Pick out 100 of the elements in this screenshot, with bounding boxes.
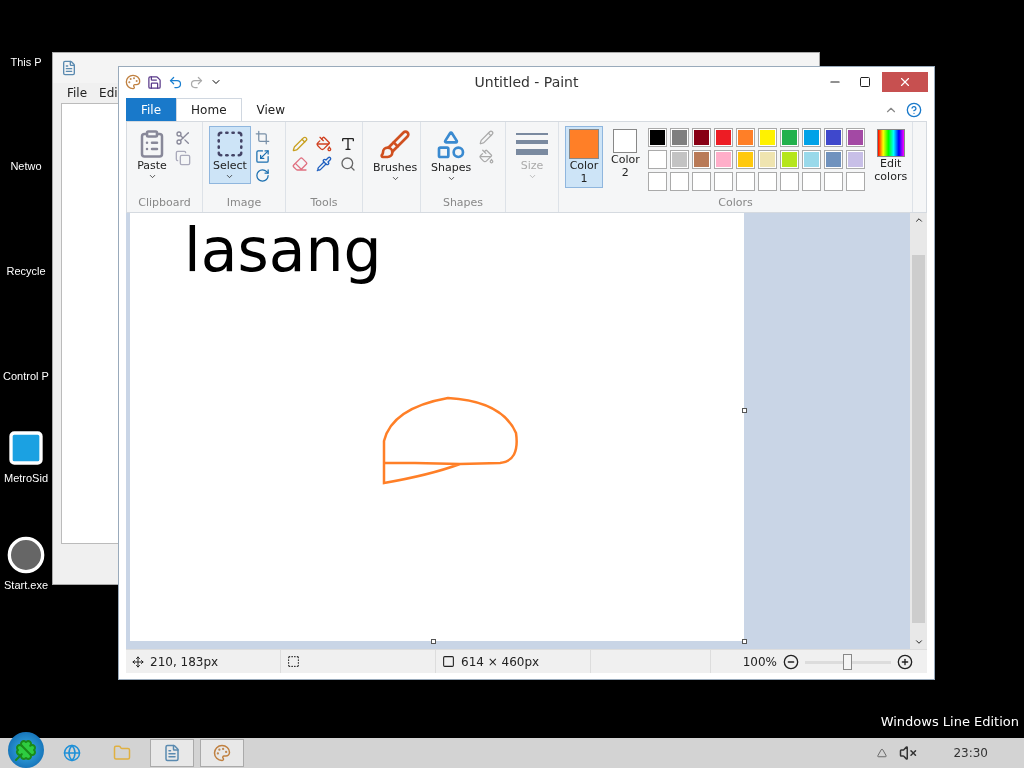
- magnifier-icon[interactable]: [340, 156, 356, 172]
- palette-icon: [213, 744, 231, 762]
- zoom-out-button[interactable]: [783, 653, 799, 670]
- notepad-icon: [163, 744, 181, 762]
- resize-icon[interactable]: [254, 149, 270, 164]
- desktop-icon-label[interactable]: This P: [10, 56, 42, 68]
- color-swatch[interactable]: [779, 150, 799, 169]
- color-swatch[interactable]: [801, 150, 821, 169]
- cut-icon[interactable]: [175, 130, 191, 146]
- start-button[interactable]: [8, 732, 44, 768]
- color-swatch[interactable]: [691, 150, 711, 169]
- empty-swatch[interactable]: [713, 172, 733, 191]
- select-button[interactable]: Select: [209, 126, 251, 184]
- color-swatch[interactable]: [823, 150, 843, 169]
- text-area[interactable]: [61, 103, 118, 544]
- resize-handle[interactable]: [742, 408, 747, 413]
- help-icon[interactable]: [906, 102, 922, 118]
- brushes-button[interactable]: Brushes: [369, 126, 422, 186]
- maximize-icon: [859, 76, 871, 88]
- empty-swatch[interactable]: [691, 172, 711, 191]
- pencil-icon[interactable]: [292, 136, 308, 152]
- fill-icon[interactable]: [316, 136, 332, 152]
- color-swatch[interactable]: [823, 128, 843, 147]
- color-swatch[interactable]: [801, 128, 821, 147]
- color-swatch[interactable]: [735, 150, 755, 169]
- fill-icon[interactable]: [479, 149, 495, 164]
- color-swatch[interactable]: [647, 128, 667, 147]
- empty-swatch[interactable]: [647, 172, 667, 191]
- scroll-down-icon[interactable]: [913, 637, 924, 647]
- drawing-canvas[interactable]: lasang: [130, 213, 744, 641]
- group-label: Image: [225, 196, 263, 211]
- empty-swatch[interactable]: [669, 172, 689, 191]
- zoom-level: 100%: [742, 654, 777, 669]
- outline-icon[interactable]: [479, 130, 495, 145]
- caret-icon: [390, 174, 400, 183]
- paint-icon[interactable]: [125, 74, 141, 90]
- caret-icon: [147, 172, 157, 181]
- edit-colors-button[interactable]: Edit colors: [868, 126, 913, 186]
- empty-swatch[interactable]: [757, 172, 777, 191]
- group-label: Shapes: [441, 196, 485, 211]
- selection-size-icon: [287, 655, 300, 668]
- clock[interactable]: 23:30: [953, 746, 988, 760]
- crop-icon[interactable]: [254, 130, 270, 145]
- undo-icon[interactable]: [168, 74, 183, 90]
- empty-swatch[interactable]: [801, 172, 821, 191]
- paste-button[interactable]: Paste: [133, 126, 171, 184]
- tray-expand-icon[interactable]: [877, 748, 888, 758]
- zoom-thumb[interactable]: [843, 653, 852, 670]
- scroll-up-icon[interactable]: [913, 215, 924, 225]
- desktop-icon-label[interactable]: Recycle: [6, 265, 46, 277]
- color-swatch[interactable]: [669, 128, 689, 147]
- color-slot[interactable]: Color 2: [607, 126, 644, 182]
- caret-icon: [225, 172, 235, 181]
- color-swatch[interactable]: [713, 150, 733, 169]
- color-swatch[interactable]: [713, 128, 733, 147]
- desktop-icon-label[interactable]: MetroSid: [4, 472, 48, 484]
- taskbar-button[interactable]: [150, 739, 194, 767]
- desktop-icon-label[interactable]: Netwo: [10, 160, 42, 172]
- empty-swatch[interactable]: [823, 172, 843, 191]
- window-title: Untitled - Paint: [474, 74, 579, 90]
- copy-icon[interactable]: [175, 150, 191, 166]
- color-slot[interactable]: Color 1: [565, 126, 603, 188]
- caret-icon: [446, 174, 456, 183]
- vertical-scrollbar[interactable]: [910, 213, 927, 649]
- cursor-position: 210, 183px: [150, 654, 219, 669]
- color-swatch[interactable]: [757, 150, 777, 169]
- resize-handle[interactable]: [431, 639, 436, 644]
- orb-icon[interactable]: [6, 535, 46, 575]
- eraser-icon[interactable]: [292, 156, 308, 172]
- menu-item[interactable]: File: [67, 86, 88, 100]
- save-icon[interactable]: [147, 74, 162, 90]
- color-swatch[interactable]: [845, 150, 865, 169]
- empty-swatch[interactable]: [779, 172, 799, 191]
- volume-muted-icon[interactable]: [899, 744, 918, 762]
- color-swatch[interactable]: [669, 150, 689, 169]
- color-swatch[interactable]: [779, 128, 799, 147]
- desktop-icon-label[interactable]: Control P: [3, 370, 49, 382]
- rotate-icon[interactable]: [254, 168, 270, 183]
- redo-icon[interactable]: [189, 74, 204, 90]
- color-swatch[interactable]: [691, 128, 711, 147]
- ribbon-tab[interactable]: Home: [176, 98, 242, 121]
- shapes-button[interactable]: Shapes: [427, 126, 476, 186]
- picker-icon[interactable]: [316, 156, 332, 172]
- resize-handle[interactable]: [742, 639, 747, 644]
- ribbon-tab[interactable]: File: [126, 98, 177, 121]
- color-swatch[interactable]: [757, 128, 777, 147]
- empty-swatch[interactable]: [735, 172, 755, 191]
- color-swatch[interactable]: [647, 150, 667, 169]
- taskbar-button[interactable]: [200, 739, 244, 767]
- color-swatch[interactable]: [735, 128, 755, 147]
- color-swatch[interactable]: [845, 128, 865, 147]
- canvas-size-icon: [442, 655, 455, 668]
- globe-icon: [63, 744, 81, 762]
- zoom-in-button[interactable]: [897, 653, 913, 670]
- desktop-icon-label[interactable]: Start.exe: [4, 579, 48, 591]
- tile-icon[interactable]: [6, 428, 46, 468]
- menu-item[interactable]: Edi: [99, 86, 118, 100]
- canvas-text: lasang: [184, 215, 382, 285]
- text-icon[interactable]: [340, 136, 356, 152]
- empty-swatch[interactable]: [845, 172, 865, 191]
